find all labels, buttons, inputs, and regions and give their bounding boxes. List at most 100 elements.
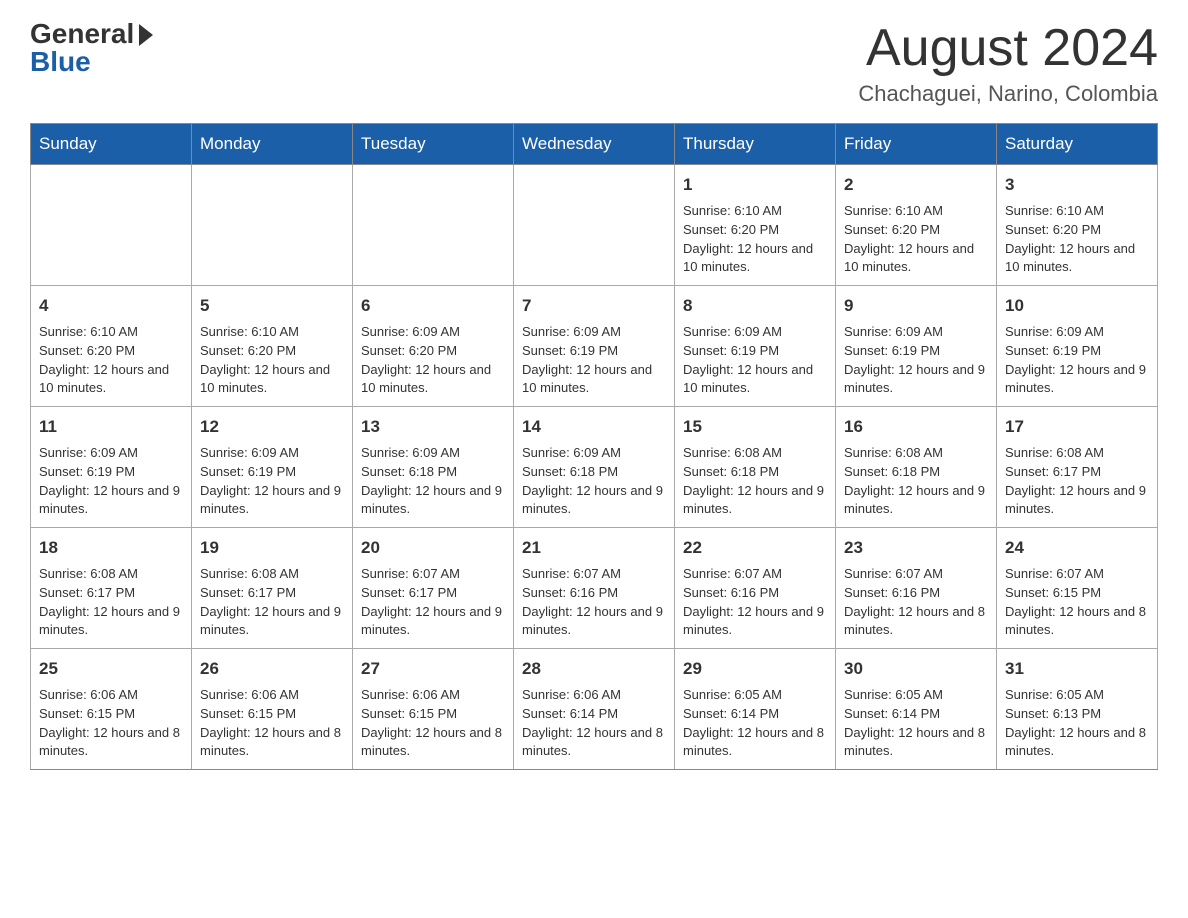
day-of-week-header: Friday xyxy=(836,124,997,165)
calendar-cell: 7 Sunrise: 6:09 AM Sunset: 6:19 PM Daylig… xyxy=(514,286,675,407)
day-info: Sunrise: 6:06 AM Sunset: 6:15 PM Dayligh… xyxy=(39,686,183,761)
day-number: 16 xyxy=(844,415,988,440)
calendar-cell: 27 Sunrise: 6:06 AM Sunset: 6:15 PM Dayli… xyxy=(353,649,514,770)
calendar-cell: 28 Sunrise: 6:06 AM Sunset: 6:14 PM Dayli… xyxy=(514,649,675,770)
day-number: 13 xyxy=(361,415,505,440)
day-info: Sunrise: 6:08 AM Sunset: 6:17 PM Dayligh… xyxy=(1005,444,1149,519)
day-info: Sunrise: 6:07 AM Sunset: 6:16 PM Dayligh… xyxy=(522,565,666,640)
day-number: 31 xyxy=(1005,657,1149,682)
calendar-cell: 9 Sunrise: 6:09 AM Sunset: 6:19 PM Daylig… xyxy=(836,286,997,407)
day-info: Sunrise: 6:09 AM Sunset: 6:19 PM Dayligh… xyxy=(683,323,827,398)
day-info: Sunrise: 6:10 AM Sunset: 6:20 PM Dayligh… xyxy=(683,202,827,277)
day-of-week-header: Thursday xyxy=(675,124,836,165)
day-number: 19 xyxy=(200,536,344,561)
day-of-week-header: Wednesday xyxy=(514,124,675,165)
logo-general-text: General xyxy=(30,20,134,48)
day-of-week-header: Saturday xyxy=(997,124,1158,165)
day-info: Sunrise: 6:09 AM Sunset: 6:19 PM Dayligh… xyxy=(522,323,666,398)
day-number: 27 xyxy=(361,657,505,682)
title-area: August 2024 Chachaguei, Narino, Colombia xyxy=(858,20,1158,107)
day-info: Sunrise: 6:08 AM Sunset: 6:18 PM Dayligh… xyxy=(683,444,827,519)
day-info: Sunrise: 6:08 AM Sunset: 6:17 PM Dayligh… xyxy=(200,565,344,640)
day-info: Sunrise: 6:09 AM Sunset: 6:18 PM Dayligh… xyxy=(522,444,666,519)
day-number: 24 xyxy=(1005,536,1149,561)
calendar-week-row: 18 Sunrise: 6:08 AM Sunset: 6:17 PM Dayli… xyxy=(31,528,1158,649)
day-info: Sunrise: 6:06 AM Sunset: 6:15 PM Dayligh… xyxy=(361,686,505,761)
calendar-week-row: 25 Sunrise: 6:06 AM Sunset: 6:15 PM Dayli… xyxy=(31,649,1158,770)
calendar-cell: 17 Sunrise: 6:08 AM Sunset: 6:17 PM Dayli… xyxy=(997,407,1158,528)
day-number: 14 xyxy=(522,415,666,440)
day-info: Sunrise: 6:07 AM Sunset: 6:16 PM Dayligh… xyxy=(683,565,827,640)
day-number: 22 xyxy=(683,536,827,561)
day-of-week-header: Tuesday xyxy=(353,124,514,165)
day-number: 15 xyxy=(683,415,827,440)
calendar-cell: 22 Sunrise: 6:07 AM Sunset: 6:16 PM Dayli… xyxy=(675,528,836,649)
day-number: 1 xyxy=(683,173,827,198)
day-number: 18 xyxy=(39,536,183,561)
calendar-cell: 18 Sunrise: 6:08 AM Sunset: 6:17 PM Dayli… xyxy=(31,528,192,649)
day-info: Sunrise: 6:09 AM Sunset: 6:19 PM Dayligh… xyxy=(39,444,183,519)
day-info: Sunrise: 6:07 AM Sunset: 6:17 PM Dayligh… xyxy=(361,565,505,640)
calendar-table: SundayMondayTuesdayWednesdayThursdayFrid… xyxy=(30,123,1158,770)
calendar-cell: 25 Sunrise: 6:06 AM Sunset: 6:15 PM Dayli… xyxy=(31,649,192,770)
day-number: 12 xyxy=(200,415,344,440)
calendar-cell: 12 Sunrise: 6:09 AM Sunset: 6:19 PM Dayli… xyxy=(192,407,353,528)
day-info: Sunrise: 6:05 AM Sunset: 6:14 PM Dayligh… xyxy=(683,686,827,761)
calendar-cell: 10Sunrise: 6:09 AM Sunset: 6:19 PM Dayli… xyxy=(997,286,1158,407)
day-number: 17 xyxy=(1005,415,1149,440)
day-info: Sunrise: 6:09 AM Sunset: 6:19 PM Dayligh… xyxy=(200,444,344,519)
calendar-cell: 24Sunrise: 6:07 AM Sunset: 6:15 PM Dayli… xyxy=(997,528,1158,649)
day-number: 11 xyxy=(39,415,183,440)
calendar-cell: 30Sunrise: 6:05 AM Sunset: 6:14 PM Dayli… xyxy=(836,649,997,770)
calendar-cell xyxy=(192,165,353,286)
calendar-cell: 11 Sunrise: 6:09 AM Sunset: 6:19 PM Dayli… xyxy=(31,407,192,528)
calendar-cell: 4 Sunrise: 6:10 AM Sunset: 6:20 PM Daylig… xyxy=(31,286,192,407)
day-number: 25 xyxy=(39,657,183,682)
calendar-week-row: 1 Sunrise: 6:10 AM Sunset: 6:20 PM Daylig… xyxy=(31,165,1158,286)
calendar-cell: 19 Sunrise: 6:08 AM Sunset: 6:17 PM Dayli… xyxy=(192,528,353,649)
day-info: Sunrise: 6:09 AM Sunset: 6:20 PM Dayligh… xyxy=(361,323,505,398)
day-number: 28 xyxy=(522,657,666,682)
day-info: Sunrise: 6:10 AM Sunset: 6:20 PM Dayligh… xyxy=(200,323,344,398)
logo: General Blue xyxy=(30,20,153,76)
day-number: 21 xyxy=(522,536,666,561)
day-info: Sunrise: 6:10 AM Sunset: 6:20 PM Dayligh… xyxy=(1005,202,1149,277)
day-number: 3 xyxy=(1005,173,1149,198)
calendar-week-row: 11 Sunrise: 6:09 AM Sunset: 6:19 PM Dayli… xyxy=(31,407,1158,528)
calendar-header-row: SundayMondayTuesdayWednesdayThursdayFrid… xyxy=(31,124,1158,165)
day-number: 10 xyxy=(1005,294,1149,319)
calendar-cell: 21 Sunrise: 6:07 AM Sunset: 6:16 PM Dayli… xyxy=(514,528,675,649)
day-of-week-header: Sunday xyxy=(31,124,192,165)
day-of-week-header: Monday xyxy=(192,124,353,165)
day-info: Sunrise: 6:08 AM Sunset: 6:17 PM Dayligh… xyxy=(39,565,183,640)
calendar-cell xyxy=(31,165,192,286)
calendar-cell: 1 Sunrise: 6:10 AM Sunset: 6:20 PM Daylig… xyxy=(675,165,836,286)
calendar-week-row: 4 Sunrise: 6:10 AM Sunset: 6:20 PM Daylig… xyxy=(31,286,1158,407)
day-number: 9 xyxy=(844,294,988,319)
day-number: 2 xyxy=(844,173,988,198)
day-number: 26 xyxy=(200,657,344,682)
day-info: Sunrise: 6:06 AM Sunset: 6:15 PM Dayligh… xyxy=(200,686,344,761)
calendar-cell xyxy=(353,165,514,286)
calendar-cell: 31Sunrise: 6:05 AM Sunset: 6:13 PM Dayli… xyxy=(997,649,1158,770)
day-number: 6 xyxy=(361,294,505,319)
day-info: Sunrise: 6:06 AM Sunset: 6:14 PM Dayligh… xyxy=(522,686,666,761)
calendar-cell: 8 Sunrise: 6:09 AM Sunset: 6:19 PM Daylig… xyxy=(675,286,836,407)
calendar-cell: 20Sunrise: 6:07 AM Sunset: 6:17 PM Dayli… xyxy=(353,528,514,649)
calendar-cell: 23Sunrise: 6:07 AM Sunset: 6:16 PM Dayli… xyxy=(836,528,997,649)
day-info: Sunrise: 6:05 AM Sunset: 6:14 PM Dayligh… xyxy=(844,686,988,761)
day-info: Sunrise: 6:10 AM Sunset: 6:20 PM Dayligh… xyxy=(39,323,183,398)
calendar-cell: 13 Sunrise: 6:09 AM Sunset: 6:18 PM Dayli… xyxy=(353,407,514,528)
day-number: 23 xyxy=(844,536,988,561)
day-number: 4 xyxy=(39,294,183,319)
calendar-cell: 26 Sunrise: 6:06 AM Sunset: 6:15 PM Dayli… xyxy=(192,649,353,770)
day-number: 7 xyxy=(522,294,666,319)
page-header: General Blue August 2024 Chachaguei, Nar… xyxy=(30,20,1158,107)
logo-blue-text: Blue xyxy=(30,48,91,76)
day-info: Sunrise: 6:09 AM Sunset: 6:18 PM Dayligh… xyxy=(361,444,505,519)
calendar-cell: 16Sunrise: 6:08 AM Sunset: 6:18 PM Dayli… xyxy=(836,407,997,528)
location-title: Chachaguei, Narino, Colombia xyxy=(858,81,1158,107)
calendar-cell: 2Sunrise: 6:10 AM Sunset: 6:20 PM Daylig… xyxy=(836,165,997,286)
day-info: Sunrise: 6:09 AM Sunset: 6:19 PM Dayligh… xyxy=(844,323,988,398)
day-number: 8 xyxy=(683,294,827,319)
